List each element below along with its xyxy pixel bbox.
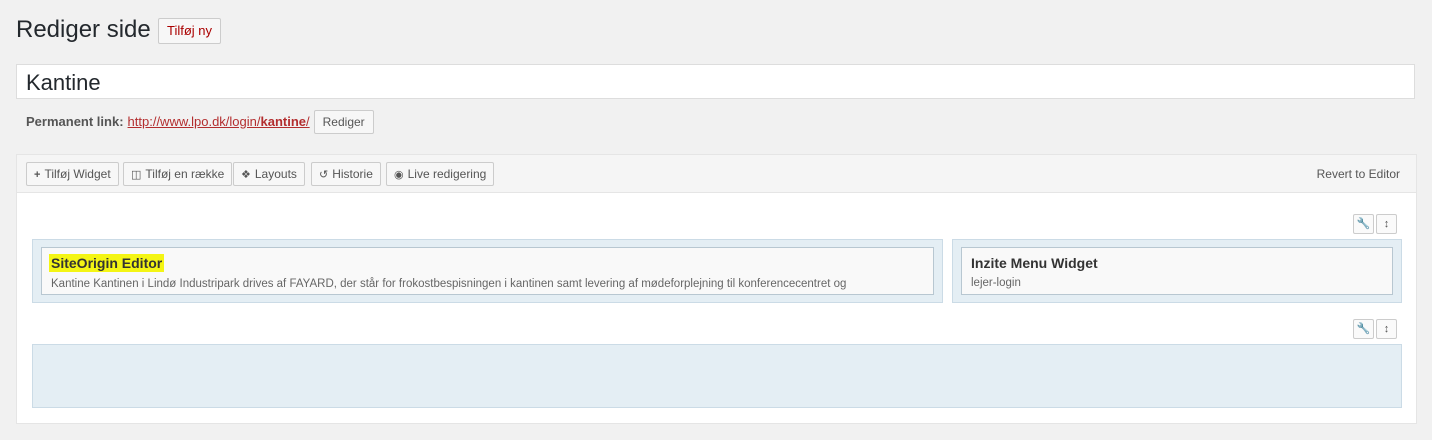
wrench-icon[interactable]: 🔧 (1353, 319, 1374, 339)
permalink-bar: Permanent link: http://www.lpo.dk/login/… (26, 110, 374, 134)
eye-icon: ◉ (394, 169, 404, 181)
permalink-trailing: / (306, 114, 310, 129)
layouts-label: Layouts (254, 167, 297, 181)
row-2-cell-1[interactable] (32, 344, 1402, 408)
page-title: Rediger side (16, 16, 151, 43)
widget-siteorigin-editor[interactable]: SiteOrigin Editor Kantine Kantinen i Lin… (41, 247, 934, 295)
history-button[interactable]: ↺ Historie (311, 162, 381, 186)
widget-description: lejer-login (971, 277, 1021, 289)
plus-icon: + (34, 169, 41, 181)
add-row-label: Tilføj en række (145, 167, 225, 181)
post-title-input[interactable]: Kantine (16, 64, 1415, 99)
history-label: Historie (332, 167, 373, 181)
revert-to-editor-link[interactable]: Revert to Editor (1317, 167, 1400, 181)
page-builder: + Tilføj Widget ◫ Tilføj en række ❖ Layouts… (16, 154, 1417, 424)
layouts-icon: ❖ (241, 169, 251, 181)
widget-title: Inzite Menu Widget (971, 255, 1098, 271)
row-1-cell-1[interactable]: SiteOrigin Editor Kantine Kantinen i Lin… (32, 239, 943, 303)
permalink-slug: kantine (260, 114, 307, 129)
move-vertical-icon[interactable]: ↕ (1376, 214, 1397, 234)
history-icon: ↺ (319, 169, 329, 181)
widget-title: SiteOrigin Editor (49, 254, 165, 272)
wrench-icon[interactable]: 🔧 (1353, 214, 1374, 234)
add-new-button[interactable]: Tilføj ny (158, 18, 222, 44)
permalink-label: Permanent link: (26, 114, 124, 129)
add-row-button[interactable]: ◫ Tilføj en række (123, 162, 233, 186)
live-editor-label: Live redigering (407, 167, 487, 181)
columns-icon: ◫ (131, 169, 142, 181)
row-1-cell-2[interactable]: Inzite Menu Widget lejer-login (952, 239, 1402, 303)
widget-inzite-menu[interactable]: Inzite Menu Widget lejer-login (961, 247, 1393, 295)
live-editor-button[interactable]: ◉ Live redigering (386, 162, 495, 186)
layouts-button[interactable]: ❖ Layouts (233, 162, 305, 186)
add-widget-button[interactable]: + Tilføj Widget (26, 162, 119, 186)
edit-permalink-button[interactable]: Rediger (313, 110, 374, 134)
add-widget-label: Tilføj Widget (44, 167, 111, 181)
builder-toolbar: + Tilføj Widget ◫ Tilføj en række ❖ Layouts… (17, 155, 1416, 193)
permalink-link[interactable]: http://www.lpo.dk/login/kantine/ (128, 110, 310, 134)
row-1-tools: 🔧 ↕ (1353, 214, 1397, 234)
move-vertical-icon[interactable]: ↕ (1376, 319, 1397, 339)
widget-description: Kantine Kantinen i Lindø Industripark dr… (51, 278, 847, 290)
row-2-tools: 🔧 ↕ (1353, 319, 1397, 339)
permalink-base: http://www.lpo.dk/login/ (127, 114, 261, 129)
